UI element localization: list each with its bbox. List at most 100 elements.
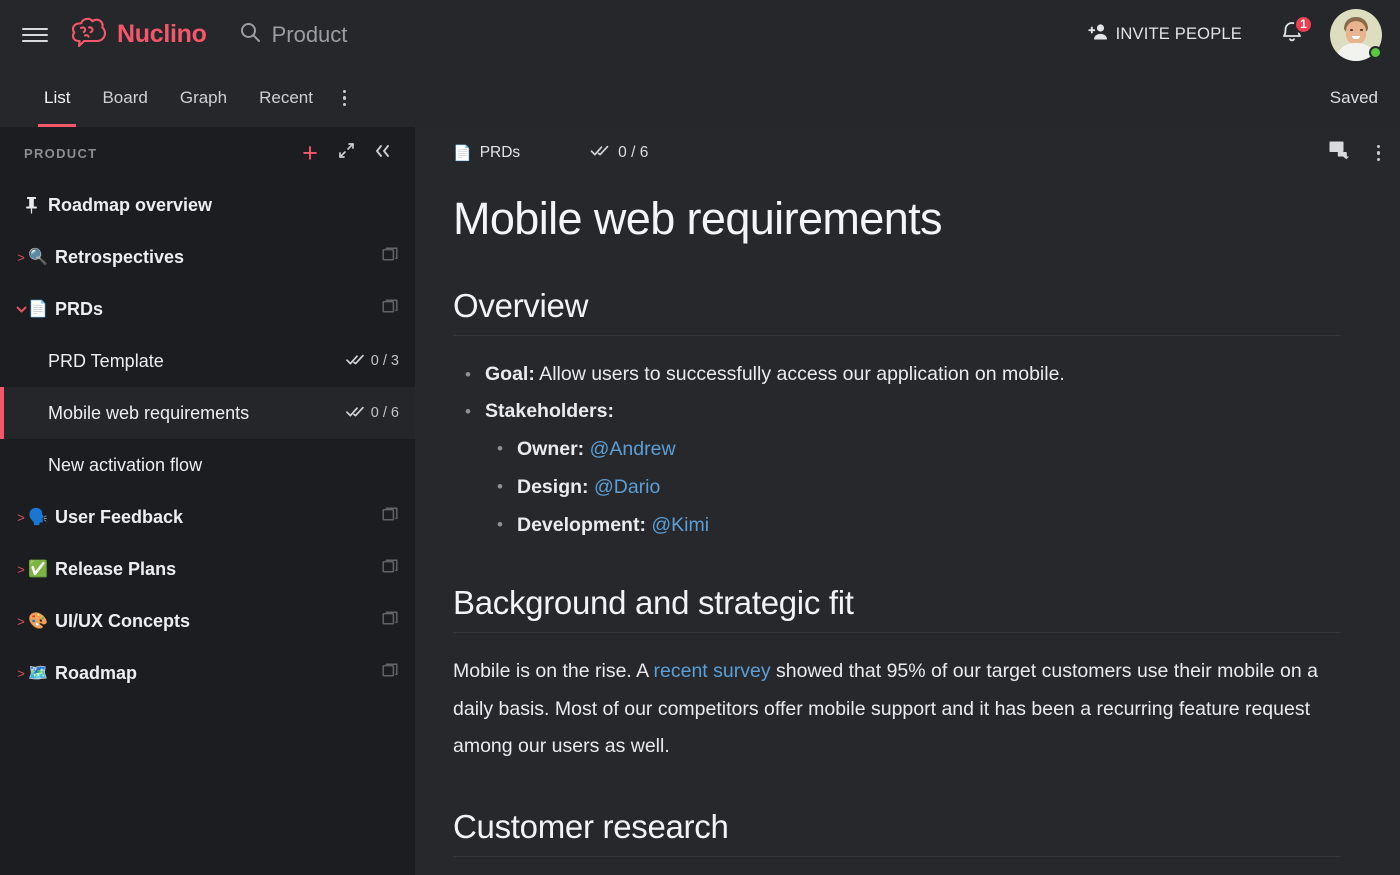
paragraph-pre: Mobile is on the rise. A	[453, 660, 654, 682]
avatar-face	[1346, 20, 1366, 44]
document-header: 📄 PRDs 0 / 6	[415, 127, 1400, 179]
mention-kimi[interactable]: @Kimi	[651, 514, 709, 536]
sidebar-item-prds[interactable]: 📄 PRDs	[0, 283, 415, 335]
more-vertical-icon	[1376, 144, 1380, 162]
hamburger-icon[interactable]	[22, 22, 48, 48]
more-vertical-icon	[342, 89, 347, 107]
section-heading-background: Background and strategic fit	[453, 584, 1340, 633]
brain-icon	[70, 17, 108, 52]
task-count: 0 / 3	[345, 353, 399, 370]
cluster-icon	[382, 662, 399, 684]
notification-badge: 1	[1294, 14, 1313, 34]
search-input[interactable]: Product	[239, 21, 348, 48]
body-area: PRODUCT + Roadmap overview > 🔍 Retrospec…	[0, 127, 1400, 875]
document-task-count: 0 / 6	[590, 144, 648, 162]
list-item: Development: @Kimi	[485, 506, 1340, 544]
background-paragraph: Mobile is on the rise. A recent survey s…	[453, 653, 1340, 766]
sidebar-item-user-feedback[interactable]: > 🗣️ User Feedback	[0, 491, 415, 543]
chevron-right-icon[interactable]: >	[14, 511, 28, 524]
document-actions	[1329, 141, 1380, 166]
stakeholders-sublist: Owner: @Andrew Design: @Dario Developmen…	[485, 430, 1340, 544]
tab-board[interactable]: Board	[86, 69, 163, 127]
bullet-label: Stakeholders:	[485, 400, 614, 422]
tab-list[interactable]: List	[28, 69, 86, 127]
expand-icon	[338, 142, 355, 164]
list-item: Owner: @Andrew	[485, 430, 1340, 468]
sidebar-header: PRODUCT +	[0, 127, 415, 179]
avatar-mouth	[1352, 35, 1360, 39]
sidebar-item-ui-ux-concepts[interactable]: > 🎨 UI/UX Concepts	[0, 595, 415, 647]
brand-logo[interactable]: Nuclino	[70, 17, 207, 52]
expand-button[interactable]	[331, 138, 361, 168]
sidebar-item-meta	[382, 558, 399, 580]
tab-recent[interactable]: Recent	[243, 69, 329, 127]
chevron-down-icon[interactable]	[14, 303, 28, 316]
add-item-button[interactable]: +	[295, 138, 325, 168]
tabbar-spacer	[360, 69, 1329, 127]
sidebar-item-roadmap[interactable]: > 🗺️ Roadmap	[0, 647, 415, 699]
magnifier-emoji-icon: 🔍	[28, 249, 48, 266]
add-person-icon	[1088, 23, 1109, 46]
sub-bullet-label: Design:	[517, 476, 589, 498]
avatar[interactable]	[1330, 8, 1382, 61]
sidebar: PRODUCT + Roadmap overview > 🔍 Retrospec…	[0, 127, 415, 875]
mention-dario[interactable]: @Dario	[594, 476, 660, 498]
cluster-icon	[382, 558, 399, 580]
avatar-eye-left	[1350, 28, 1353, 31]
online-status-dot	[1369, 45, 1382, 59]
chevron-right-icon[interactable]: >	[14, 615, 28, 628]
sidebar-item-new-activation-flow[interactable]: New activation flow	[0, 439, 415, 491]
double-check-icon	[345, 405, 365, 422]
notifications-button[interactable]: 1	[1276, 14, 1313, 51]
cluster-icon	[382, 298, 399, 320]
brand-name: Nuclino	[117, 20, 207, 48]
sidebar-item-label: Mobile web requirements	[48, 402, 250, 423]
document-pane: 📄 PRDs 0 / 6 Mobile web requirements Ove…	[415, 127, 1400, 875]
pin-icon	[24, 196, 39, 214]
sidebar-item-prd-template[interactable]: PRD Template 0 / 3	[0, 335, 415, 387]
recent-survey-link[interactable]: recent survey	[654, 660, 771, 682]
task-count: 0 / 6	[345, 405, 399, 422]
invite-people-button[interactable]: INVITE PEOPLE	[1088, 23, 1242, 46]
page-emoji-icon: 📄	[453, 145, 472, 162]
page-title: Mobile web requirements	[453, 193, 943, 244]
sidebar-item-label: Roadmap overview	[48, 194, 213, 215]
chevron-right-icon[interactable]: >	[14, 563, 28, 576]
collapse-sidebar-button[interactable]	[367, 138, 397, 168]
tab-graph-label: Graph	[179, 88, 228, 107]
list-item: Design: @Dario	[485, 468, 1340, 506]
sidebar-item-label: Retrospectives	[55, 246, 185, 267]
sidebar-item-label: UI/UX Concepts	[55, 610, 191, 631]
tab-board-label: Board	[102, 88, 148, 107]
breadcrumb-label: PRDs	[479, 144, 521, 161]
sidebar-item-label: PRDs	[55, 298, 104, 319]
overview-bullet-list: Goal: Allow users to successfully access…	[453, 356, 1340, 544]
sidebar-item-meta: 0 / 6	[345, 405, 399, 422]
sidebar-item-label: New activation flow	[48, 454, 203, 475]
document-more-button[interactable]	[1376, 144, 1380, 162]
search-text: Product	[271, 21, 348, 47]
cluster-icon	[382, 610, 399, 632]
mention-andrew[interactable]: @Andrew	[590, 438, 676, 460]
search-icon	[239, 21, 261, 48]
sub-bullet-label: Development:	[517, 514, 646, 536]
palette-emoji-icon: 🎨	[28, 613, 48, 630]
sidebar-item-retrospectives[interactable]: > 🔍 Retrospectives	[0, 231, 415, 283]
list-item: Stakeholders: Owner: @Andrew Design: @Da…	[453, 393, 1340, 544]
top-bar: Nuclino Product INVITE PEOPLE 1	[0, 0, 1400, 69]
tab-overflow-button[interactable]	[329, 69, 361, 127]
tab-bar: List Board Graph Recent Saved	[0, 69, 1400, 127]
sidebar-item-roadmap-overview[interactable]: Roadmap overview	[0, 179, 415, 231]
tab-graph[interactable]: Graph	[164, 69, 243, 127]
sidebar-item-mobile-web-requirements[interactable]: Mobile web requirements 0 / 6	[0, 387, 415, 439]
sidebar-item-label: Release Plans	[55, 558, 177, 579]
sidebar-item-release-plans[interactable]: > ✅ Release Plans	[0, 543, 415, 595]
chevron-right-icon[interactable]: >	[14, 667, 28, 680]
page-emoji-icon: 📄	[28, 301, 48, 318]
chevron-right-icon[interactable]: >	[14, 251, 28, 264]
comments-button[interactable]	[1329, 141, 1351, 166]
document-task-count-label: 0 / 6	[618, 144, 649, 161]
sidebar-item-meta: 0 / 3	[345, 353, 399, 370]
sidebar-item-label: PRD Template	[48, 350, 164, 371]
breadcrumb[interactable]: 📄 PRDs	[453, 144, 520, 162]
